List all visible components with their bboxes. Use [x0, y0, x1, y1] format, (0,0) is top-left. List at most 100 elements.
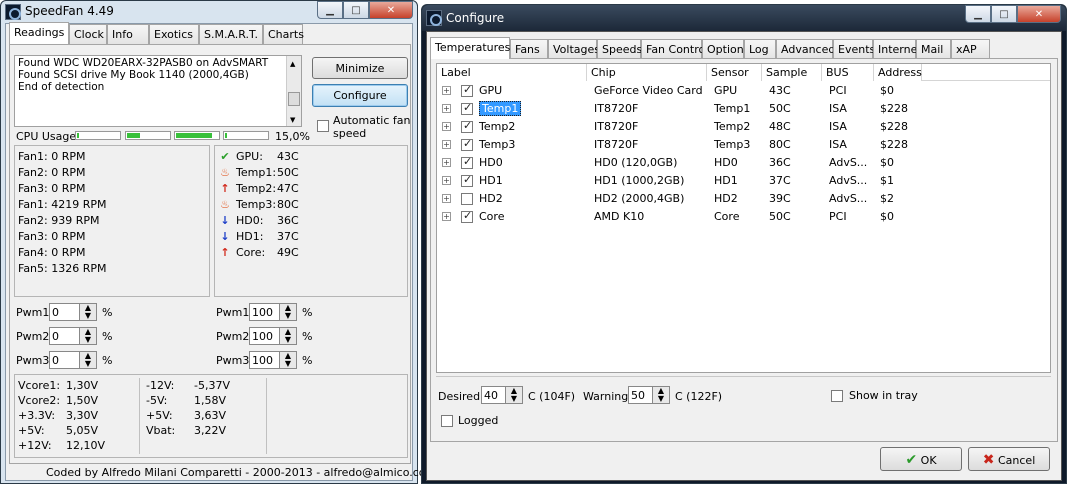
sensor-label[interactable]: Temp2 [479, 120, 515, 133]
cancel-label: Cancel [997, 454, 1036, 467]
table-row[interactable]: + HD0 HD0 (120,0GB) HD0 36C AdvS... $0 [437, 154, 1050, 172]
tab-voltages[interactable]: Voltages [548, 39, 600, 59]
expand-icon[interactable]: + [442, 122, 451, 131]
scroll-down-icon[interactable]: ▼ [290, 114, 295, 126]
spin-arrows-icon[interactable]: ▲ ▼ [79, 328, 96, 344]
tab-xap[interactable]: xAP [951, 39, 990, 59]
spin-arrows-icon[interactable]: ▲ ▼ [79, 304, 96, 320]
sensor-label[interactable]: Core [479, 210, 504, 223]
column-bus[interactable]: BUS [822, 64, 874, 81]
tab-mail[interactable]: Mail [916, 39, 951, 59]
pwm-stepper[interactable]: 0 ▲ ▼ [49, 303, 97, 321]
bus-cell: PCI [829, 84, 847, 97]
tab-fans[interactable]: Fans [510, 39, 548, 59]
sensor-label[interactable]: Temp1 [479, 101, 522, 116]
chip-cell: HD1 (1000,2GB) [594, 174, 685, 187]
tab-fan-control[interactable]: Fan Control [641, 39, 708, 59]
sensor-enabled-checkbox[interactable] [461, 101, 473, 115]
spin-arrows-icon[interactable]: ▲ ▼ [279, 328, 296, 344]
configure-button[interactable]: Configure [312, 84, 408, 107]
tab-advanced[interactable]: Advanced [776, 39, 835, 59]
sensor-enabled-checkbox[interactable] [461, 173, 473, 187]
temperature-label: HD0: [236, 214, 264, 227]
pwm-stepper[interactable]: 0 ▲ ▼ [49, 327, 97, 345]
scroll-up-icon[interactable]: ▲ [290, 58, 295, 70]
temperature-reading: ↓ HD0: 36C [218, 213, 298, 229]
tab-clock[interactable]: Clock [69, 24, 107, 44]
minimize-button[interactable]: Minimize [312, 57, 408, 79]
close-window-icon[interactable]: ✕ [369, 1, 413, 19]
table-row[interactable]: + Core AMD K10 Core 50C PCI $0 [437, 208, 1050, 226]
tab-log[interactable]: Log [744, 39, 776, 59]
detection-log[interactable]: Found WDC WD20EARX-32PASB0 on AdvSMART F… [14, 55, 302, 127]
table-row[interactable]: + HD2 HD2 (2000,4GB) HD2 39C AdvS... $2 [437, 190, 1050, 208]
voltage-label: -12V: [146, 379, 175, 392]
tab-readings[interactable]: Readings [9, 22, 69, 44]
sensor-label[interactable]: HD1 [479, 174, 503, 187]
spin-arrows-icon[interactable]: ▲ ▼ [652, 387, 669, 403]
pwm-stepper[interactable]: 100 ▲ ▼ [249, 303, 297, 321]
column-chip[interactable]: Chip [587, 64, 707, 81]
sensor-enabled-checkbox[interactable] [461, 83, 473, 97]
sensor-label[interactable]: HD2 [479, 192, 503, 205]
close-window-icon[interactable]: ✕ [1017, 5, 1061, 23]
spin-arrows-icon[interactable]: ▲ ▼ [279, 352, 296, 368]
sensor-enabled-checkbox[interactable] [461, 137, 473, 151]
sensor-label[interactable]: HD0 [479, 156, 503, 169]
sensor-label[interactable]: GPU [479, 84, 502, 97]
warning-stepper[interactable]: 50 ▲ ▼ [628, 386, 670, 404]
cancel-button[interactable]: ✖ Cancel [968, 447, 1050, 471]
expand-icon[interactable]: + [442, 158, 451, 167]
column-sensor[interactable]: Sensor [707, 64, 762, 81]
column-label[interactable]: Label [437, 64, 587, 81]
configure-titlebar[interactable]: Configure ▁ □ ✕ [422, 5, 1066, 31]
table-row[interactable]: + Temp1 IT8720F Temp1 50C ISA $228 [437, 100, 1050, 118]
speedfan-titlebar[interactable]: SpeedFan 4.49 ▁ □ ✕ [1, 1, 417, 23]
tab-temperatures[interactable]: Temperatures [430, 37, 510, 59]
scroll-thumb[interactable] [288, 92, 300, 106]
minimize-window-icon[interactable]: ▁ [965, 5, 991, 23]
table-row[interactable]: + GPU GeForce Video Card GPU 43C PCI $0 [437, 82, 1050, 100]
sensor-enabled-checkbox[interactable] [461, 119, 473, 133]
expand-icon[interactable]: + [442, 140, 451, 149]
desired-stepper[interactable]: 40 ▲ ▼ [481, 386, 523, 404]
table-row[interactable]: + Temp3 IT8720F Temp3 80C ISA $228 [437, 136, 1050, 154]
expand-icon[interactable]: + [442, 176, 451, 185]
ok-button[interactable]: ✔ OK [880, 447, 962, 471]
log-scrollbar[interactable]: ▲ ▼ [286, 56, 301, 126]
maximize-window-icon[interactable]: □ [991, 5, 1017, 23]
logged-checkbox[interactable] [441, 415, 453, 427]
sensor-enabled-checkbox[interactable] [461, 155, 473, 169]
sensor-enabled-checkbox[interactable] [461, 193, 473, 205]
tab-speeds[interactable]: Speeds [597, 39, 642, 59]
spin-arrows-icon[interactable]: ▲ ▼ [279, 304, 296, 320]
tab-exotics[interactable]: Exotics [149, 24, 199, 44]
pwm-stepper[interactable]: 100 ▲ ▼ [249, 351, 297, 369]
sample-cell: 80C [769, 138, 791, 151]
pwm-stepper[interactable]: 100 ▲ ▼ [249, 327, 297, 345]
tab-info[interactable]: Info [107, 24, 149, 44]
table-row[interactable]: + HD1 HD1 (1000,2GB) HD1 37C AdvS... $1 [437, 172, 1050, 190]
minimize-window-icon[interactable]: ▁ [317, 1, 343, 19]
column-sample[interactable]: Sample [762, 64, 822, 81]
column-address[interactable]: Address [874, 64, 922, 81]
table-row[interactable]: + Temp2 IT8720F Temp2 48C ISA $228 [437, 118, 1050, 136]
sensor-enabled-checkbox[interactable] [461, 209, 473, 223]
maximize-window-icon[interactable]: □ [343, 1, 369, 19]
spin-arrows-icon[interactable]: ▲ ▼ [505, 387, 522, 403]
tab-internet[interactable]: Internet [873, 39, 922, 59]
automatic-fan-speed-checkbox[interactable] [317, 120, 329, 132]
expand-icon[interactable]: + [442, 194, 451, 203]
sensor-label[interactable]: Temp3 [479, 138, 515, 151]
tab-options[interactable]: Options [702, 39, 749, 59]
expand-icon[interactable]: + [442, 212, 451, 221]
tab-charts[interactable]: Charts [263, 24, 304, 44]
expand-icon[interactable]: + [442, 86, 451, 95]
pwm-stepper[interactable]: 0 ▲ ▼ [49, 351, 97, 369]
tab-smart[interactable]: S.M.A.R.T. [199, 24, 263, 44]
expand-icon[interactable]: + [442, 104, 451, 113]
show-in-tray-checkbox[interactable] [831, 390, 843, 402]
spin-arrows-icon[interactable]: ▲ ▼ [79, 352, 96, 368]
tab-events[interactable]: Events [833, 39, 875, 59]
sensor-list[interactable]: Label Chip Sensor Sample BUS Address + GP… [436, 63, 1051, 373]
